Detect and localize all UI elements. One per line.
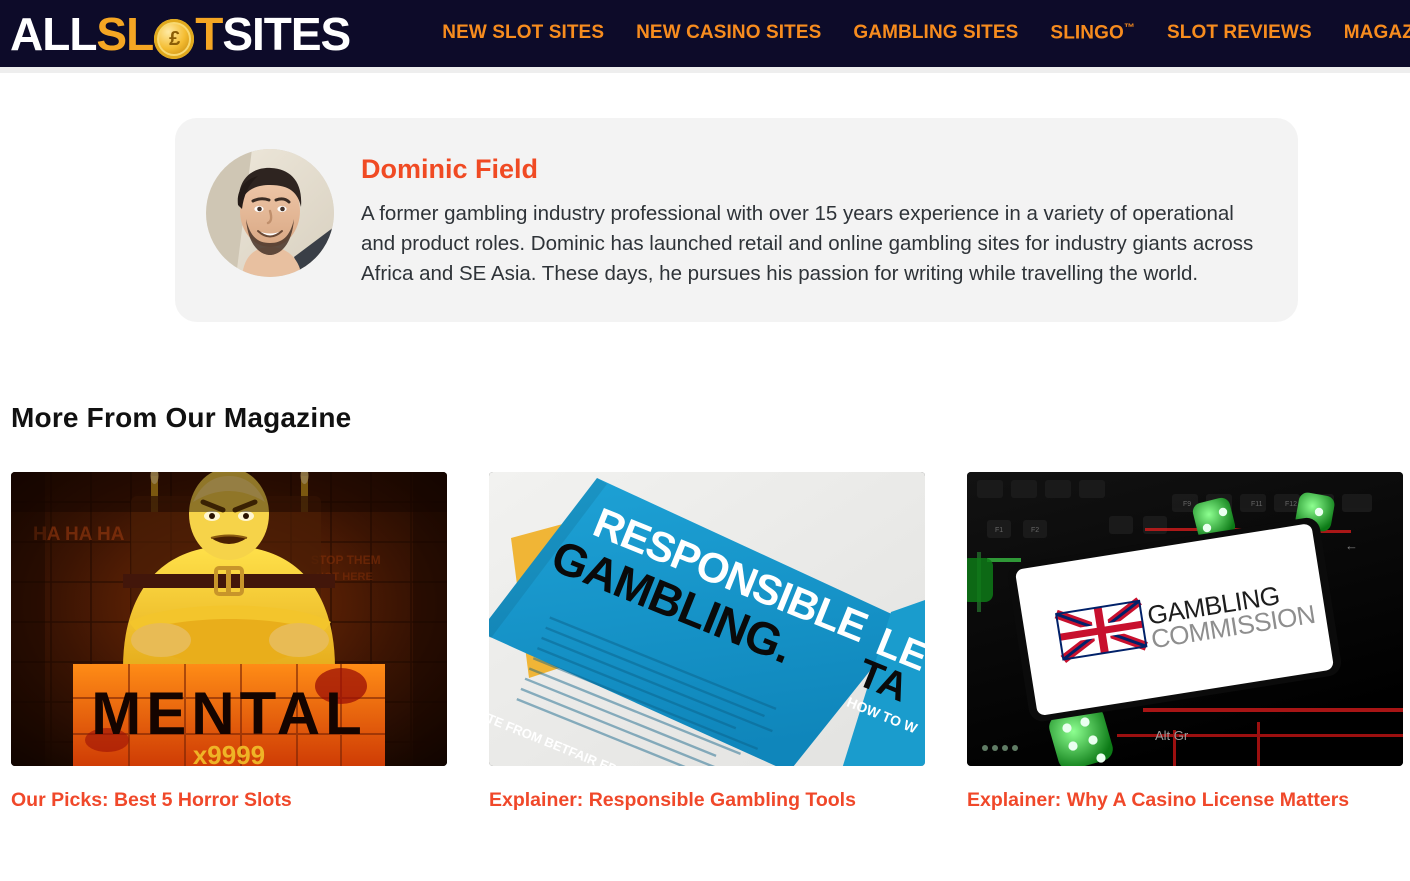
logo-text-sl: SL <box>96 7 154 60</box>
avatar <box>206 149 334 277</box>
slot-multiplier-text: x9999 <box>193 740 265 766</box>
main-navigation: NEW SLOT SITES NEW CASINO SITES GAMBLING… <box>442 22 1410 44</box>
nav-slingo[interactable]: SLINGO™ <box>1050 22 1135 44</box>
magazine-card[interactable]: RESPONSIBLE GAMBLING. OTE FROM BETFAIR E… <box>489 471 925 812</box>
logo-text-all: ALL <box>10 7 97 60</box>
magazine-card-image[interactable]: F9F10F11F12 F1F2 ← <box>967 471 1403 766</box>
author-card: Dominic Field A former gambling industry… <box>175 118 1298 322</box>
graffiti-text: HA HA HA <box>33 524 125 545</box>
svg-text:←: ← <box>1345 538 1358 553</box>
nav-new-casino-sites[interactable]: NEW CASINO SITES <box>636 22 821 44</box>
magazine-section: More From Our Magazine HA HA HA STOP THE… <box>0 322 1410 812</box>
page-content: Dominic Field A former gambling industry… <box>0 73 1410 812</box>
svg-text:F9: F9 <box>1183 501 1191 508</box>
svg-text:F2: F2 <box>1031 527 1039 534</box>
nav-magazine[interactable]: MAGAZ <box>1344 22 1410 44</box>
logo-text-sites: SITES <box>222 7 351 60</box>
magazine-heading: More From Our Magazine <box>11 401 352 433</box>
svg-text:STOP THEM: STOP THEM <box>311 553 381 567</box>
site-logo[interactable]: ALLSL TSITES <box>0 7 351 60</box>
magazine-card-title[interactable]: Explainer: Responsible Gambling Tools <box>489 789 925 812</box>
svg-text:F12: F12 <box>1285 501 1297 508</box>
magazine-card[interactable]: F9F10F11F12 F1F2 ← <box>967 471 1403 812</box>
author-details: Dominic Field A former gambling industry… <box>361 149 1258 289</box>
author-bio: A former gambling industry professional … <box>361 201 1254 285</box>
nav-slingo-label: SLINGO <box>1050 22 1124 44</box>
svg-text:F1: F1 <box>995 527 1003 534</box>
responsible-gambling-leaflet-photo: RESPONSIBLE GAMBLING. OTE FROM BETFAIR E… <box>489 471 925 766</box>
magazine-card[interactable]: HA HA HA STOP THEM NOT HERE MENTAL x9999… <box>11 471 447 812</box>
magazine-card-image[interactable]: RESPONSIBLE GAMBLING. OTE FROM BETFAIR E… <box>489 471 925 766</box>
svg-text:F11: F11 <box>1251 501 1263 508</box>
magazine-card-grid: HA HA HA STOP THEM NOT HERE MENTAL x9999… <box>11 471 1403 812</box>
magazine-card-title[interactable]: Explainer: Why A Casino License Matters <box>967 789 1403 812</box>
magazine-card-image[interactable]: HA HA HA STOP THEM NOT HERE MENTAL x9999 <box>11 471 447 766</box>
avatar-photo <box>206 149 334 277</box>
nav-gambling-sites[interactable]: GAMBLING SITES <box>853 22 1018 44</box>
trademark-icon: ™ <box>1123 22 1135 35</box>
slot-title-text: MENTAL <box>91 680 367 747</box>
author-name: Dominic Field <box>361 154 539 184</box>
gambling-commission-phone-photo: F9F10F11F12 F1F2 ← <box>967 471 1403 766</box>
keyboard-key-label: Alt Gr <box>1155 728 1189 743</box>
nav-slot-reviews[interactable]: SLOT REVIEWS <box>1167 22 1312 44</box>
nav-new-slot-sites[interactable]: NEW SLOT SITES <box>442 22 604 44</box>
gold-coin-icon <box>154 18 195 59</box>
author-section: Dominic Field A former gambling industry… <box>0 73 1410 322</box>
logo-text-t: T <box>195 7 223 60</box>
site-header: ALLSL TSITES NEW SLOT SITES NEW CASINO SI… <box>0 0 1410 67</box>
horror-slot-artwork: HA HA HA STOP THEM NOT HERE MENTAL x9999 <box>11 471 447 766</box>
magazine-card-title[interactable]: Our Picks: Best 5 Horror Slots <box>11 789 447 812</box>
